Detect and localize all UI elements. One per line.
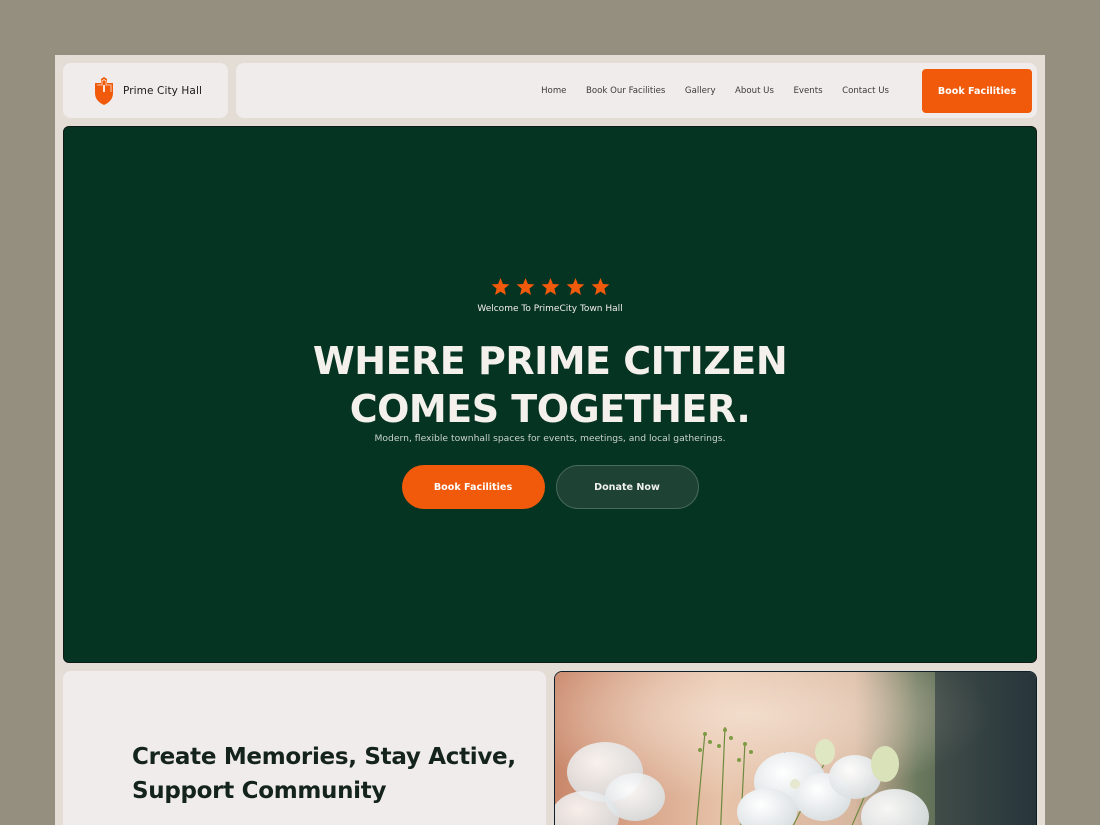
about-title-line-1: Create Memories, Stay Active,	[132, 744, 516, 770]
star-icon	[566, 278, 584, 296]
book-facilities-hero-button[interactable]: Book Facilities	[401, 465, 545, 509]
nav-link-about-us[interactable]: About Us	[735, 86, 774, 96]
nav-link-gallery[interactable]: Gallery	[685, 86, 716, 96]
logo-card[interactable]: Prime City Hall	[63, 63, 228, 118]
nav-links: Home Book Our Facilities Gallery About U…	[522, 63, 889, 118]
star-icon	[491, 278, 509, 296]
hero-headline-line-1: WHERE PRIME CITIZEN	[312, 339, 788, 383]
flowers-photo	[554, 671, 1037, 825]
nav-link-contact-us[interactable]: Contact Us	[842, 86, 889, 96]
town-hall-icon	[95, 76, 113, 105]
star-icon	[591, 278, 609, 296]
about-title-line-2: Support Community	[132, 778, 387, 804]
hero-headline-line-2: COMES TOGETHER.	[349, 387, 751, 431]
page-frame: Prime City Hall Home Book Our Facilities…	[55, 55, 1045, 825]
hero-section: Welcome To PrimeCity Town Hall WHERE PRI…	[63, 126, 1037, 663]
star-icon	[516, 278, 534, 296]
donate-now-button[interactable]: Donate Now	[555, 465, 699, 509]
brand-name: Prime City Hall	[123, 84, 202, 97]
hero-subtitle: Modern, flexible townhall spaces for eve…	[374, 433, 726, 444]
hero-headline: WHERE PRIME CITIZEN COMES TOGETHER.	[64, 337, 1036, 433]
book-facilities-nav-button[interactable]: Book Facilities	[922, 69, 1032, 113]
top-navigation: Home Book Our Facilities Gallery About U…	[236, 63, 1037, 118]
hero-buttons: Book Facilities Donate Now	[64, 465, 1036, 509]
about-card: Create Memories, Stay Active, Support Co…	[63, 671, 546, 825]
star-rating	[64, 278, 1036, 296]
nav-link-home[interactable]: Home	[541, 86, 566, 96]
nav-link-events[interactable]: Events	[793, 86, 822, 96]
nav-link-book-facilities[interactable]: Book Our Facilities	[586, 86, 665, 96]
about-title: Create Memories, Stay Active, Support Co…	[132, 740, 516, 808]
star-icon	[541, 278, 559, 296]
hero-welcome-text: Welcome To PrimeCity Town Hall	[477, 304, 623, 314]
